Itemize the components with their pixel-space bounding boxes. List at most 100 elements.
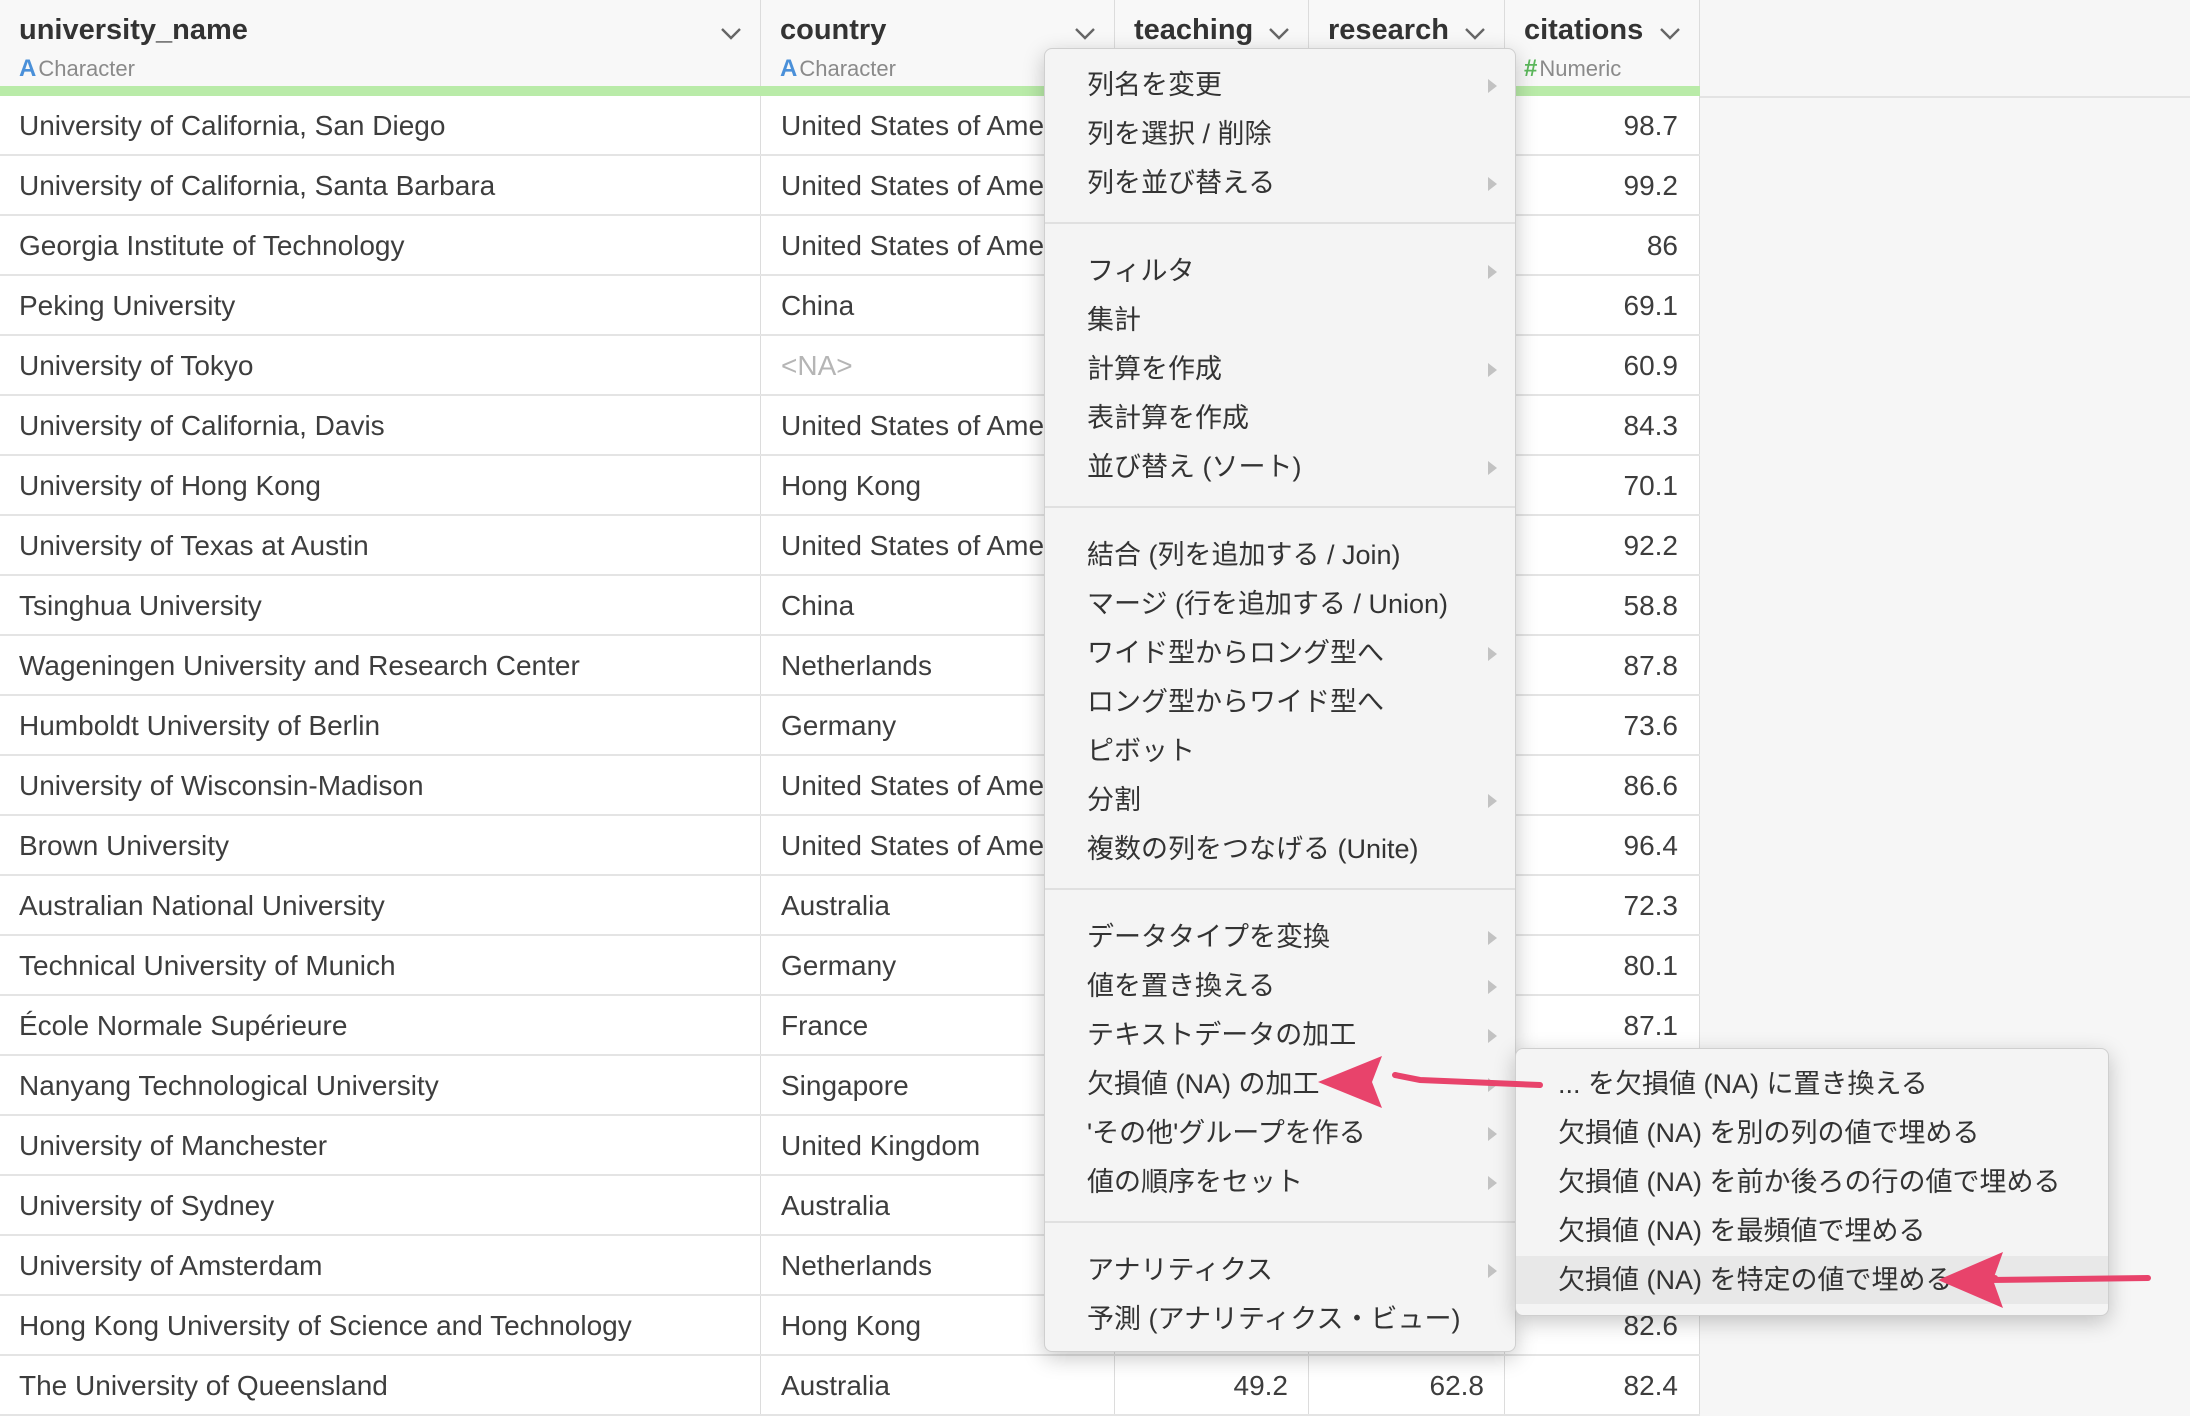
cell-citations[interactable]: 58.8 bbox=[1505, 576, 1700, 634]
cell-university_name[interactable]: University of Manchester bbox=[0, 1116, 761, 1174]
chevron-down-icon[interactable] bbox=[1266, 20, 1292, 46]
submenu-item-label: 欠損値 (NA) を別の列の値で埋める bbox=[1558, 1118, 1980, 1148]
menu-item[interactable]: 列を選択 / 削除 bbox=[1045, 110, 1515, 158]
cell-citations[interactable]: 80.1 bbox=[1505, 936, 1700, 994]
menu-item[interactable]: データタイプを変換 bbox=[1045, 913, 1515, 961]
cell-citations[interactable]: 70.1 bbox=[1505, 456, 1700, 514]
cell-university_name[interactable]: University of Wisconsin-Madison bbox=[0, 756, 761, 814]
cell-citations[interactable]: 60.9 bbox=[1505, 336, 1700, 394]
menu-item[interactable]: ワイド型からロング型へ bbox=[1045, 629, 1515, 677]
triangle-right-icon bbox=[1488, 363, 1497, 377]
cell-citations[interactable]: 98.7 bbox=[1505, 96, 1700, 154]
menu-item[interactable]: テキストデータの加工 bbox=[1045, 1011, 1515, 1059]
menu-item-label: データタイプを変換 bbox=[1087, 922, 1330, 952]
column-name: citations bbox=[1524, 14, 1644, 46]
cell-university_name[interactable]: The University of Queensland bbox=[0, 1356, 761, 1414]
cell-university_name[interactable]: University of California, San Diego bbox=[0, 96, 761, 154]
menu-item[interactable]: 予測 (アナリティクス・ビュー) bbox=[1045, 1295, 1515, 1343]
menu-separator bbox=[1045, 888, 1515, 890]
cell-university_name[interactable]: Wageningen University and Research Cente… bbox=[0, 636, 761, 694]
menu-item[interactable]: 結合 (列を追加する / Join) bbox=[1045, 531, 1515, 579]
menu-item-label: アナリティクス bbox=[1087, 1255, 1274, 1285]
submenu-item[interactable]: 欠損値 (NA) を最頻値で埋める bbox=[1516, 1207, 2108, 1255]
menu-item[interactable]: 複数の列をつなげる (Unite) bbox=[1045, 825, 1515, 873]
menu-item-label: ワイド型からロング型へ bbox=[1087, 638, 1384, 668]
submenu-item[interactable]: 欠損値 (NA) を別の列の値で埋める bbox=[1516, 1109, 2108, 1157]
cell-teaching[interactable]: 49.2 bbox=[1115, 1356, 1309, 1414]
menu-item-label: 値を置き換える bbox=[1087, 971, 1276, 1001]
cell-university_name[interactable]: University of Amsterdam bbox=[0, 1236, 761, 1294]
submenu-item[interactable]: 欠損値 (NA) を特定の値で埋める bbox=[1516, 1256, 2108, 1304]
submenu-item-label: 欠損値 (NA) を前か後ろの行の値で埋める bbox=[1558, 1167, 2061, 1197]
cell-university_name[interactable]: University of California, Santa Barbara bbox=[0, 156, 761, 214]
menu-item[interactable]: 列を並び替える bbox=[1045, 159, 1515, 207]
menu-item[interactable]: 値の順序をセット bbox=[1045, 1158, 1515, 1206]
cell-university_name[interactable]: Hong Kong University of Science and Tech… bbox=[0, 1296, 761, 1354]
menu-item[interactable]: アナリティクス bbox=[1045, 1246, 1515, 1294]
submenu-item-label: ... を欠損値 (NA) に置き換える bbox=[1558, 1069, 1928, 1099]
menu-item[interactable]: 列名を変更 bbox=[1045, 61, 1515, 109]
cell-citations[interactable]: 82.4 bbox=[1505, 1356, 1700, 1414]
cell-university_name[interactable]: University of Tokyo bbox=[0, 336, 761, 394]
cell-citations[interactable]: 72.3 bbox=[1505, 876, 1700, 934]
menu-item-label: 並び替え (ソート) bbox=[1087, 452, 1302, 482]
cell-citations[interactable]: 87.8 bbox=[1505, 636, 1700, 694]
menu-item[interactable]: 表計算を作成 bbox=[1045, 394, 1515, 442]
column-type-label: Numeric bbox=[1539, 56, 1622, 81]
cell-citations[interactable]: 87.1 bbox=[1505, 996, 1700, 1054]
menu-item[interactable]: フィルタ bbox=[1045, 247, 1515, 295]
cell-university_name[interactable]: University of Hong Kong bbox=[0, 456, 761, 514]
cell-citations[interactable]: 92.2 bbox=[1505, 516, 1700, 574]
column-name: teaching bbox=[1134, 14, 1254, 46]
column-type-label: Character bbox=[799, 56, 896, 81]
menu-item[interactable]: ロング型からワイド型へ bbox=[1045, 678, 1515, 726]
column-header-university_name[interactable]: university_name ACharacter bbox=[0, 0, 761, 91]
cell-university_name[interactable]: Tsinghua University bbox=[0, 576, 761, 634]
na-processing-submenu: ... を欠損値 (NA) に置き換える欠損値 (NA) を別の列の値で埋める欠… bbox=[1515, 1048, 2109, 1316]
chevron-down-icon[interactable] bbox=[1657, 20, 1683, 46]
menu-item-label: 欠損値 (NA) の加工 bbox=[1087, 1069, 1320, 1099]
menu-item-label: 値の順序をセット bbox=[1087, 1167, 1303, 1197]
cell-citations[interactable]: 73.6 bbox=[1505, 696, 1700, 754]
cell-university_name[interactable]: Australian National University bbox=[0, 876, 761, 934]
menu-item[interactable]: 並び替え (ソート) bbox=[1045, 443, 1515, 491]
menu-item-label: 列を並び替える bbox=[1087, 168, 1276, 198]
cell-university_name[interactable]: Technical University of Munich bbox=[0, 936, 761, 994]
cell-citations[interactable]: 86 bbox=[1505, 216, 1700, 274]
menu-item[interactable]: 分割 bbox=[1045, 776, 1515, 824]
cell-citations[interactable]: 99.2 bbox=[1505, 156, 1700, 214]
submenu-item[interactable]: 欠損値 (NA) を前か後ろの行の値で埋める bbox=[1516, 1158, 2108, 1206]
cell-university_name[interactable]: University of California, Davis bbox=[0, 396, 761, 454]
menu-item[interactable]: 集計 bbox=[1045, 296, 1515, 344]
column-name: university_name bbox=[19, 14, 248, 46]
cell-country[interactable]: Australia bbox=[761, 1356, 1115, 1414]
cell-university_name[interactable]: Peking University bbox=[0, 276, 761, 334]
cell-research[interactable]: 62.8 bbox=[1309, 1356, 1505, 1414]
menu-item-label: 予測 (アナリティクス・ビュー) bbox=[1087, 1304, 1461, 1334]
cell-university_name[interactable]: Brown University bbox=[0, 816, 761, 874]
cell-university_name[interactable]: University of Texas at Austin bbox=[0, 516, 761, 574]
menu-item[interactable]: 欠損値 (NA) の加工 bbox=[1045, 1060, 1515, 1108]
chevron-down-icon[interactable] bbox=[1072, 20, 1098, 46]
submenu-item[interactable]: ... を欠損値 (NA) に置き換える bbox=[1516, 1060, 2108, 1108]
menu-item[interactable]: ピボット bbox=[1045, 727, 1515, 775]
menu-item-label: 列を選択 / 削除 bbox=[1087, 119, 1272, 149]
cell-citations[interactable]: 86.6 bbox=[1505, 756, 1700, 814]
cell-university_name[interactable]: University of Sydney bbox=[0, 1176, 761, 1234]
chevron-down-icon[interactable] bbox=[718, 20, 744, 46]
column-header-citations[interactable]: citations #Numeric bbox=[1505, 0, 1700, 91]
cell-citations[interactable]: 96.4 bbox=[1505, 816, 1700, 874]
triangle-right-icon bbox=[1488, 265, 1497, 279]
menu-item[interactable]: 計算を作成 bbox=[1045, 345, 1515, 393]
triangle-right-icon bbox=[1488, 177, 1497, 191]
cell-university_name[interactable]: Georgia Institute of Technology bbox=[0, 216, 761, 274]
menu-item[interactable]: 'その他'グループを作る bbox=[1045, 1109, 1515, 1157]
cell-citations[interactable]: 69.1 bbox=[1505, 276, 1700, 334]
chevron-down-icon[interactable] bbox=[1462, 20, 1488, 46]
cell-university_name[interactable]: Humboldt University of Berlin bbox=[0, 696, 761, 754]
cell-university_name[interactable]: École Normale Supérieure bbox=[0, 996, 761, 1054]
cell-citations[interactable]: 84.3 bbox=[1505, 396, 1700, 454]
menu-item[interactable]: マージ (行を追加する / Union) bbox=[1045, 580, 1515, 628]
cell-university_name[interactable]: Nanyang Technological University bbox=[0, 1056, 761, 1114]
menu-item[interactable]: 値を置き換える bbox=[1045, 962, 1515, 1010]
